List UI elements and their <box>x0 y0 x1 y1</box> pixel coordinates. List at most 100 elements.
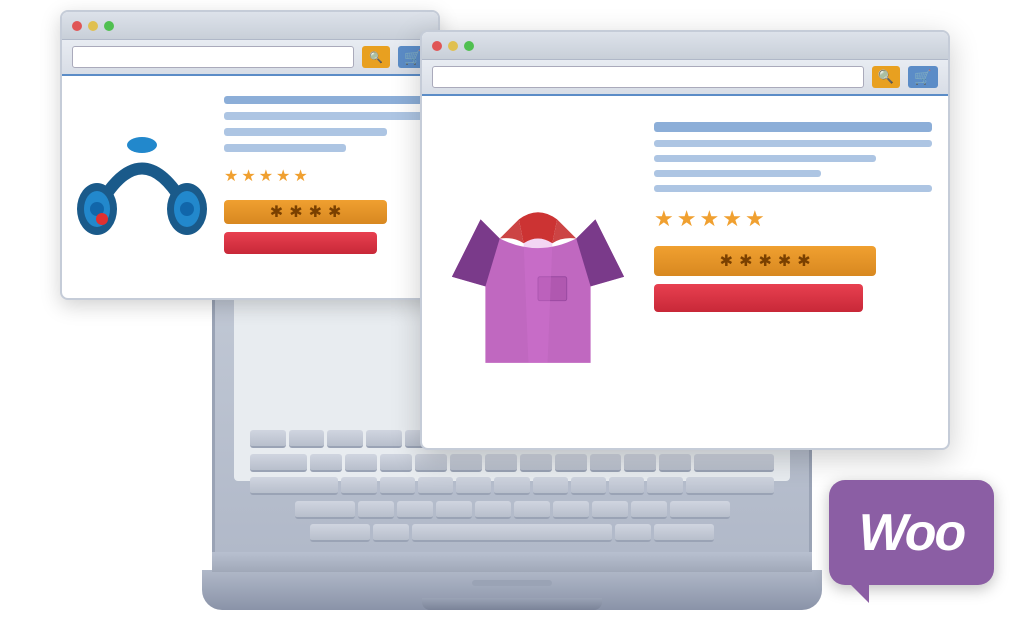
woocommerce-badge: Woo <box>829 480 994 585</box>
key <box>418 477 453 495</box>
detail-line <box>224 128 387 136</box>
cart-icon: 🛒 <box>914 69 931 86</box>
price-star: ✱ <box>289 202 302 222</box>
star-5: ★ <box>745 206 765 232</box>
key <box>686 477 774 495</box>
browser-small-addressbar: 🔍 🛒 <box>62 40 438 76</box>
key <box>295 501 355 519</box>
buy-button[interactable] <box>224 232 377 254</box>
key <box>514 501 550 519</box>
browser-large-search-button[interactable]: 🔍 <box>872 66 900 88</box>
stars-rating: ★ ★ ★ ★ ★ <box>224 166 428 186</box>
titlebar-dot-yellow <box>88 21 98 31</box>
key <box>250 454 307 472</box>
browser-small: 🔍 🛒 <box>60 10 440 300</box>
key <box>609 477 644 495</box>
browser-small-product-image <box>72 86 212 296</box>
key-row-3 <box>250 477 774 497</box>
key <box>345 454 377 472</box>
key <box>494 477 529 495</box>
star-2: ★ <box>241 166 255 186</box>
detail-line <box>224 96 428 104</box>
browser-large-product-details: ★ ★ ★ ★ ★ ✱ ✱ ✱ ✱ ✱ <box>654 112 932 432</box>
scene: 🔍 🛒 <box>0 0 1024 640</box>
key <box>327 430 363 448</box>
browser-small-search-button[interactable]: 🔍 <box>362 46 390 68</box>
stars-rating: ★ ★ ★ ★ ★ <box>654 206 932 232</box>
key <box>533 477 568 495</box>
star-3: ★ <box>259 166 273 186</box>
key <box>631 501 667 519</box>
star-4: ★ <box>276 166 290 186</box>
key <box>571 477 606 495</box>
star-4: ★ <box>722 206 742 232</box>
key <box>670 501 730 519</box>
browser-small-titlebar <box>62 12 438 40</box>
key <box>647 477 682 495</box>
key <box>485 454 517 472</box>
titlebar-dot-green <box>104 21 114 31</box>
browser-large-cart-button[interactable]: 🛒 <box>908 66 938 88</box>
star-1: ★ <box>224 166 238 186</box>
key <box>310 524 370 542</box>
price-star: ✱ <box>270 202 283 222</box>
detail-line <box>224 112 428 120</box>
browser-large-product-area: ★ ★ ★ ★ ★ ✱ ✱ ✱ ✱ ✱ <box>422 96 948 448</box>
key <box>456 477 491 495</box>
key <box>358 501 394 519</box>
detail-line <box>654 122 932 132</box>
price-star: ✱ <box>720 251 733 271</box>
key <box>380 477 415 495</box>
laptop-base <box>202 570 822 610</box>
key-row-4 <box>250 501 774 521</box>
price-star: ✱ <box>328 202 341 222</box>
price-button[interactable]: ✱ ✱ ✱ ✱ <box>224 200 387 224</box>
key <box>654 524 714 542</box>
browser-large-addressbar: 🔍 🛒 <box>422 60 948 96</box>
key <box>450 454 482 472</box>
browser-large-titlebar <box>422 32 948 60</box>
key <box>624 454 656 472</box>
detail-line <box>654 185 932 192</box>
buy-button[interactable] <box>654 284 863 312</box>
key <box>250 477 338 495</box>
detail-line <box>654 155 876 162</box>
key <box>380 454 412 472</box>
woo-text: Woo <box>859 503 965 563</box>
key <box>373 524 409 542</box>
shirt-illustration <box>438 162 638 382</box>
detail-line <box>224 144 346 152</box>
browser-large-search-input[interactable] <box>432 66 864 88</box>
price-star: ✱ <box>797 251 810 271</box>
key <box>520 454 552 472</box>
key <box>250 430 286 448</box>
star-2: ★ <box>677 206 697 232</box>
star-3: ★ <box>699 206 719 232</box>
price-button[interactable]: ✱ ✱ ✱ ✱ ✱ <box>654 246 876 276</box>
key-row-2 <box>250 454 774 474</box>
key <box>475 501 511 519</box>
key <box>615 524 651 542</box>
key <box>310 454 342 472</box>
key <box>341 477 376 495</box>
key <box>436 501 472 519</box>
browser-small-search-input[interactable] <box>72 46 354 68</box>
browser-large: 🔍 🛒 <box>420 30 950 450</box>
key <box>555 454 587 472</box>
key <box>415 454 447 472</box>
key <box>397 501 433 519</box>
spacebar-key <box>412 524 612 542</box>
key-row-5 <box>250 524 774 544</box>
key <box>592 501 628 519</box>
keyboard-area <box>212 552 812 572</box>
detail-line <box>654 140 932 147</box>
titlebar-dot-yellow <box>448 41 458 51</box>
key <box>659 454 691 472</box>
star-5: ★ <box>293 166 307 186</box>
price-star: ✱ <box>739 251 752 271</box>
price-star: ✱ <box>309 202 322 222</box>
detail-line <box>654 170 821 177</box>
browser-small-product-details: ★ ★ ★ ★ ★ ✱ ✱ ✱ ✱ <box>224 86 428 296</box>
titlebar-dot-red <box>432 41 442 51</box>
browser-large-product-image <box>438 112 638 432</box>
